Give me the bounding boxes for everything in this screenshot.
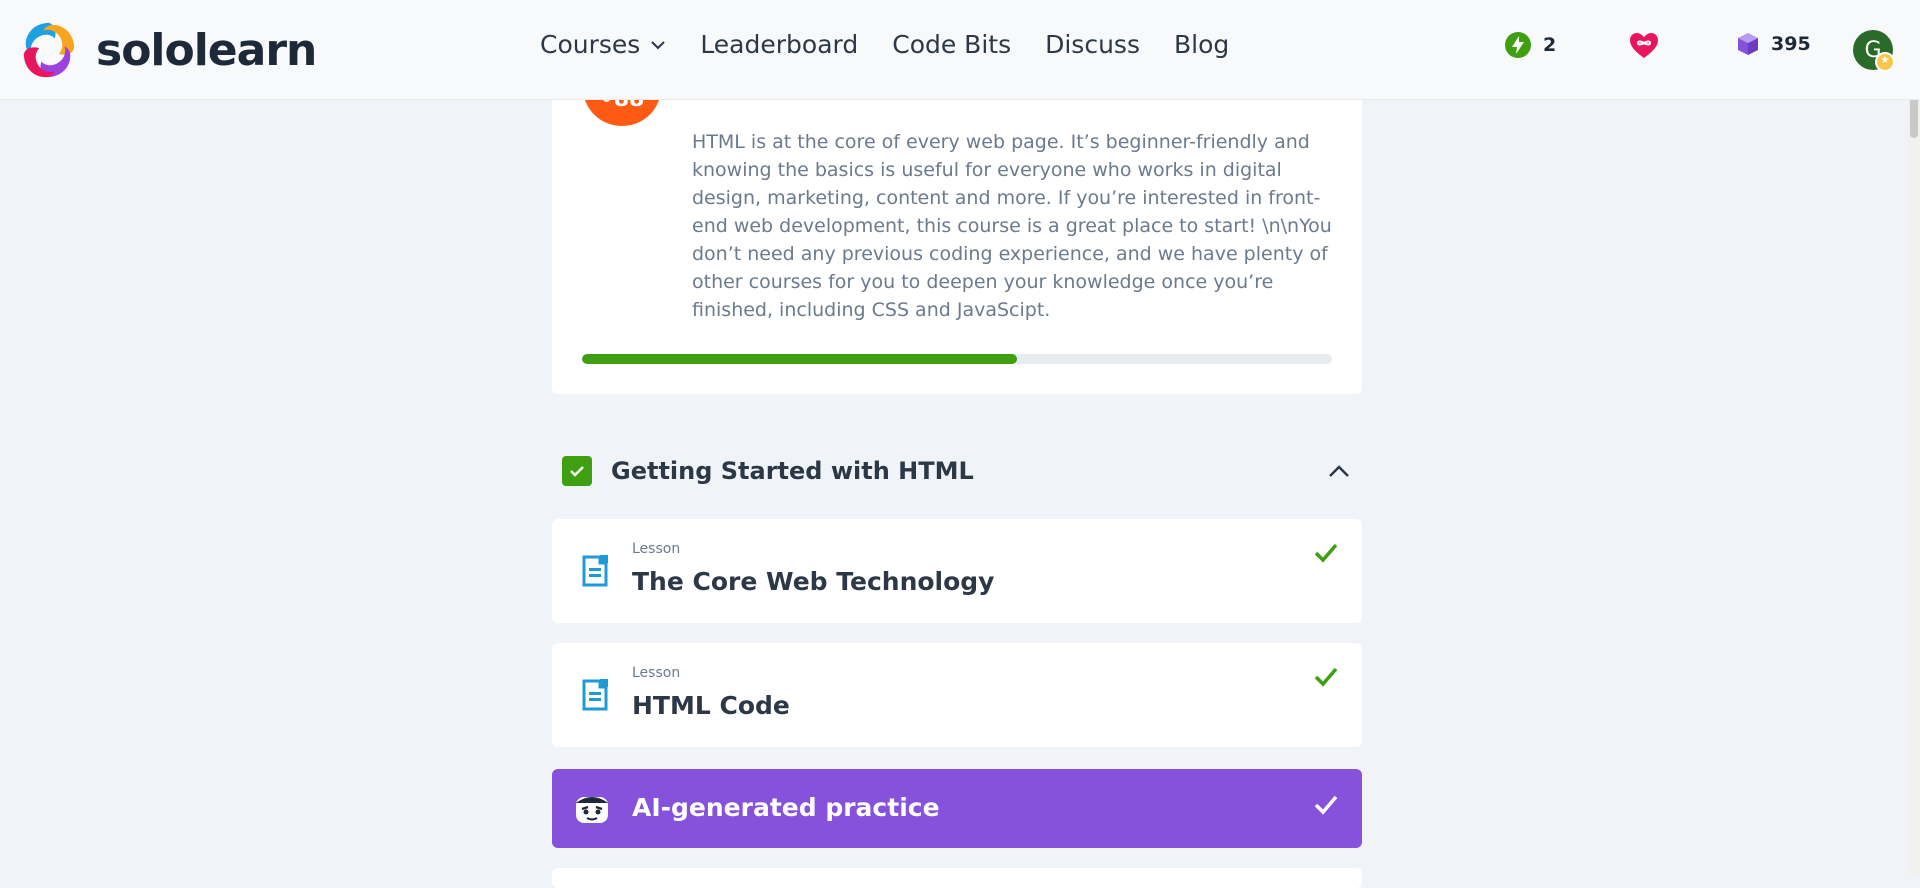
logo-text: sololearn	[96, 24, 317, 76]
lesson-item[interactable]	[552, 868, 1362, 888]
chevron-up-icon[interactable]	[1327, 460, 1351, 482]
lesson-document-icon	[582, 555, 608, 587]
bits-cube-icon	[1738, 33, 1758, 55]
streak-stat[interactable]: 2	[1505, 32, 1556, 58]
module-title: Getting Started with HTML	[611, 457, 974, 485]
module-complete-check-icon	[562, 456, 592, 486]
completed-check-icon	[1314, 667, 1338, 687]
page-scrollbar[interactable]	[1908, 0, 1920, 876]
lesson-title: The Core Web Technology	[632, 567, 995, 596]
avatar-badge-icon: ★	[1875, 52, 1895, 72]
completed-check-icon	[1314, 795, 1338, 815]
streak-bolt-icon	[1505, 32, 1531, 58]
course-description: HTML is at the core of every web page. I…	[692, 131, 1332, 321]
lesson-type: Lesson	[632, 541, 681, 557]
main-nav: Courses Leaderboard Code Bits Discuss Bl…	[540, 30, 1263, 59]
lesson-document-icon	[582, 679, 608, 711]
sololearn-logo-icon	[23, 22, 75, 78]
bits-stat[interactable]: 395	[1737, 32, 1811, 56]
heart-infinity-icon	[1630, 33, 1658, 58]
progress-fill	[582, 354, 1017, 364]
top-header: sololearn Courses Leaderboard Code Bits …	[0, 0, 1920, 100]
lesson-type: Lesson	[632, 665, 681, 681]
nav-leaderboard[interactable]: Leaderboard	[700, 30, 858, 59]
ai-mascot-icon	[576, 797, 608, 823]
nav-courses[interactable]: Courses	[540, 30, 666, 59]
course-progress-bar	[582, 354, 1332, 364]
streak-count: 2	[1543, 34, 1557, 56]
ai-practice-item[interactable]: AI-generated practice	[552, 769, 1362, 848]
lesson-item[interactable]: Lesson HTML Code	[552, 643, 1362, 747]
bits-count: 395	[1771, 33, 1811, 55]
completed-check-icon	[1314, 543, 1338, 563]
lesson-title: HTML Code	[632, 691, 790, 720]
chevron-down-icon	[651, 40, 666, 49]
nav-code-bits[interactable]: Code Bits	[892, 30, 1011, 59]
nav-courses-label: Courses	[540, 30, 641, 59]
nav-discuss[interactable]: Discuss	[1045, 30, 1140, 59]
hearts-stat[interactable]	[1629, 32, 1659, 60]
ai-practice-title: AI-generated practice	[632, 793, 940, 822]
nav-blog[interactable]: Blog	[1174, 30, 1229, 59]
lesson-item[interactable]: Lesson The Core Web Technology	[552, 519, 1362, 623]
module-header[interactable]: Getting Started with HTML	[562, 456, 1362, 486]
sololearn-logo[interactable]: sololearn	[18, 18, 317, 82]
